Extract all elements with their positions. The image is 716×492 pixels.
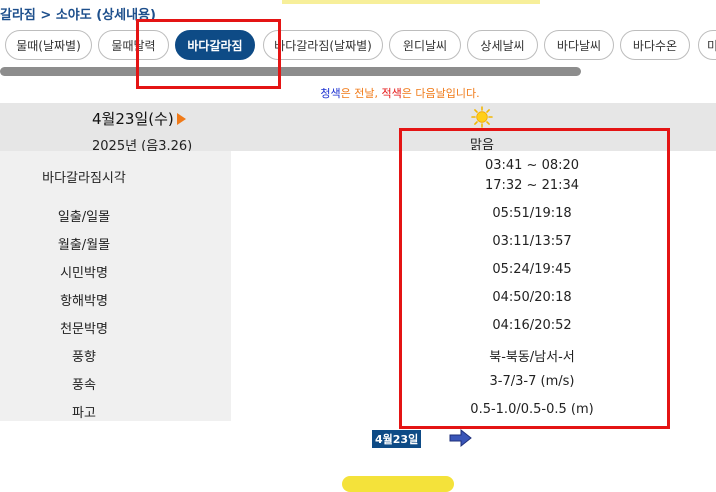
next-date-badge[interactable]: 4월23일 <box>372 430 422 448</box>
legend-text-1: 은 전날, <box>340 87 382 100</box>
tab-tide-by-date[interactable]: 물때(날짜별) <box>5 30 92 60</box>
date-main-text: 4월23일(수) <box>92 110 174 128</box>
date-title: 4월23일(수) <box>92 108 186 129</box>
scrollbar-thumb[interactable] <box>0 67 581 76</box>
label-sunrise-sunset: 일출/일몰 <box>57 210 111 225</box>
tab-windy-weather[interactable]: 윈디날씨 <box>389 30 461 60</box>
label-sea-parting-time: 바다갈라짐시각 <box>42 171 126 186</box>
label-astronomical-twilight: 천문박명 <box>60 322 108 337</box>
label-wave-height: 파고 <box>72 406 96 421</box>
tab-more[interactable]: 미 <box>698 30 716 60</box>
tab-sea-parting-by-date[interactable]: 바다갈라짐(날짜별) <box>263 30 383 60</box>
breadcrumb: 갈라짐 > 소야도 (상세내용) <box>0 8 156 23</box>
bottom-yellow-button[interactable] <box>342 476 454 492</box>
color-legend: 청색은 전날, 적색은 다음날입니다. <box>0 85 716 101</box>
next-arrow-icon[interactable] <box>449 428 473 448</box>
tab-sea-weather[interactable]: 바다날씨 <box>544 30 614 60</box>
top-decoration <box>282 0 540 4</box>
legend-red-word: 적색 <box>381 87 402 100</box>
highlight-box-values <box>399 128 670 429</box>
next-day-arrow-icon[interactable] <box>176 112 186 125</box>
tab-bar: 물때(날짜별) 물때달력 바다갈라짐 바다갈라짐(날짜별) 윈디날씨 상세날씨 … <box>0 30 716 62</box>
label-nautical-twilight: 항해박명 <box>60 294 108 309</box>
tab-detail-weather[interactable]: 상세날씨 <box>467 30 538 60</box>
legend-text-2: 은 다음날입니다. <box>401 87 480 100</box>
legend-blue-word: 청색 <box>320 87 341 100</box>
label-wind-speed: 풍속 <box>72 378 96 393</box>
label-moonrise-moonset: 월출/월몰 <box>57 238 111 253</box>
highlight-box-tab <box>136 19 281 89</box>
label-civil-twilight: 시민박명 <box>60 266 108 281</box>
tab-sea-temperature[interactable]: 바다수온 <box>620 30 690 60</box>
label-wind-direction: 풍향 <box>72 350 96 365</box>
tab-scrollbar[interactable] <box>0 67 716 76</box>
sun-icon <box>471 106 493 128</box>
